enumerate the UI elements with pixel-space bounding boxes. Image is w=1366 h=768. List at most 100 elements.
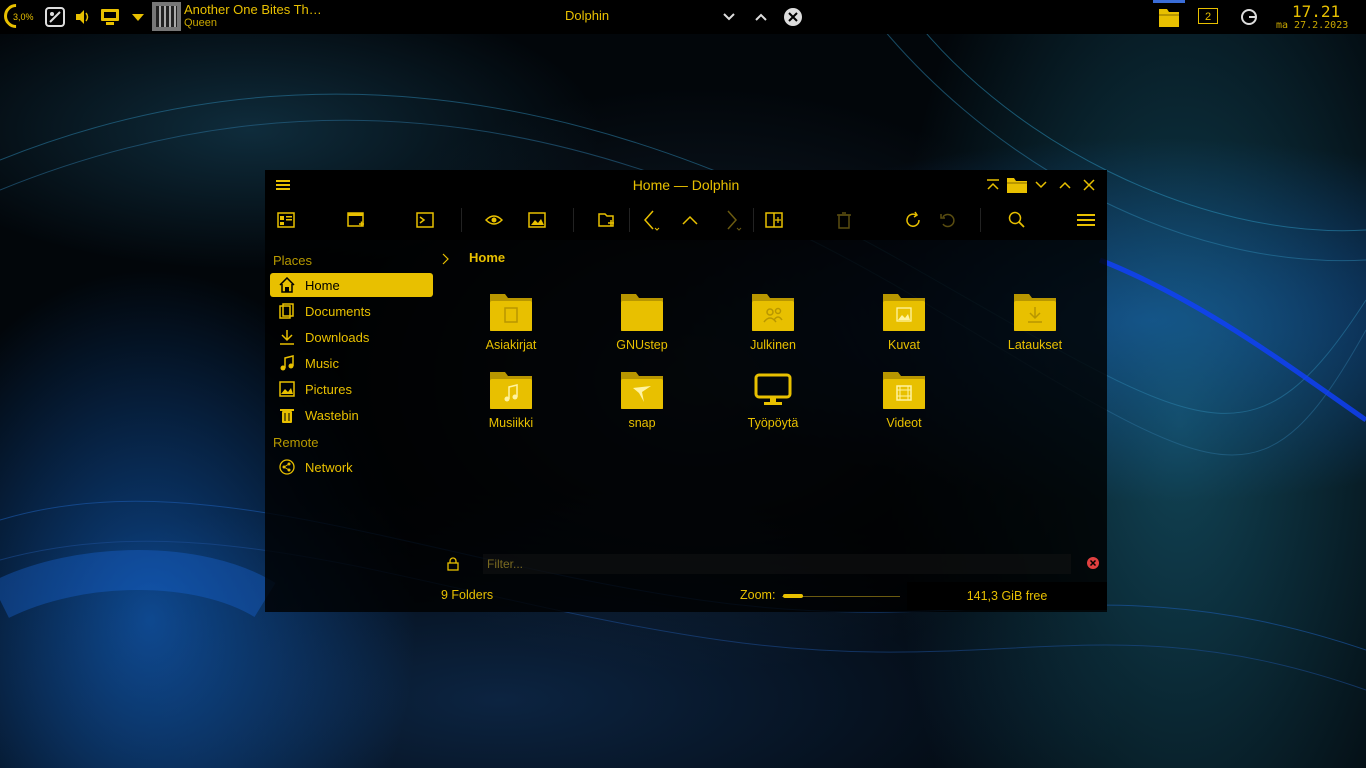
media-artist: Queen <box>184 17 218 29</box>
folder-item[interactable]: GNUstep <box>592 290 692 352</box>
cpu-monitor[interactable]: 3,0% <box>0 0 34 33</box>
screen-settings-icon[interactable] <box>45 7 65 27</box>
search-icon[interactable] <box>1007 210 1027 230</box>
free-space[interactable]: 141,3 GiB free <box>907 582 1107 610</box>
window-title: Home — Dolphin <box>632 177 740 193</box>
folder-item[interactable]: Videot <box>854 368 954 430</box>
update-icon[interactable] <box>1239 7 1259 27</box>
sidebar-item-label: Pictures <box>305 381 352 397</box>
filter-input[interactable] <box>483 554 1071 574</box>
task-dolphin[interactable] <box>1153 0 1185 34</box>
forward-icon[interactable] <box>722 210 742 231</box>
sidebar-item-downloads[interactable]: Downloads <box>270 325 433 349</box>
item-label: Musiikki <box>488 416 534 430</box>
folder-documents-icon <box>489 290 533 332</box>
minimize-button[interactable] <box>1033 177 1049 193</box>
sidebar-item-label: Home <box>305 277 340 293</box>
image-preview-icon[interactable] <box>527 210 547 230</box>
keep-above-icon[interactable] <box>985 177 1001 193</box>
album-art <box>152 2 181 31</box>
maximize-icon[interactable] <box>751 7 771 27</box>
sidebar-item-label: Wastebin <box>305 407 359 423</box>
folder-item[interactable]: Kuvat <box>854 290 954 352</box>
folder-item[interactable]: snap <box>592 368 692 430</box>
split-view-icon[interactable] <box>764 210 784 230</box>
item-label: Videot <box>886 416 922 430</box>
places-panel: Places Home Documents Downloads Music Pi… <box>265 240 437 612</box>
reload-icon[interactable] <box>903 210 923 230</box>
chevron-down-icon[interactable] <box>128 7 148 27</box>
media-title[interactable]: Another One Bites Th… <box>184 2 322 17</box>
folder-snap-icon <box>620 368 664 410</box>
item-label: Asiakirjat <box>485 338 537 352</box>
volume-icon[interactable] <box>73 7 93 27</box>
title-bar[interactable]: Home — Dolphin <box>265 170 1107 200</box>
lock-icon[interactable] <box>447 557 459 576</box>
folder-icon <box>620 290 664 332</box>
toolbar <box>265 200 1107 240</box>
breadcrumb[interactable]: Home <box>469 250 505 265</box>
new-window-icon[interactable] <box>346 210 366 230</box>
item-label: Julkinen <box>750 338 796 352</box>
sidebar-item-label: Documents <box>305 303 371 319</box>
music-icon <box>278 354 296 372</box>
sidebar-item-wastebin[interactable]: Wastebin <box>270 403 433 427</box>
minimize-icon[interactable] <box>719 7 739 27</box>
folder-downloads-icon <box>1013 290 1057 332</box>
folder-videos-icon <box>882 368 926 410</box>
toolbar-separator <box>629 208 630 232</box>
sidebar-item-label: Network <box>305 459 353 475</box>
folder-pictures-icon <box>882 290 926 332</box>
sidebar-item-network[interactable]: Network <box>270 455 433 479</box>
zoom-slider-handle[interactable] <box>783 594 803 598</box>
clock-date: ma 27.2.2023 <box>1276 20 1349 31</box>
toolbar-separator <box>573 208 574 232</box>
dolphin-window: Home — Dolphin Places Home Documents Dow… <box>265 170 1107 612</box>
desktop-icon <box>751 368 795 410</box>
breadcrumb-chevron-icon[interactable] <box>441 252 451 270</box>
preview-eye-icon[interactable] <box>484 210 504 230</box>
top-panel: 3,0% Another One Bites Th… Queen Dolphin… <box>0 0 1366 34</box>
up-icon[interactable] <box>680 210 700 230</box>
folder-item[interactable]: Julkinen <box>723 290 823 352</box>
folder-item[interactable]: Työpöytä <box>723 368 823 430</box>
app-folder-icon <box>1006 177 1028 193</box>
folder-item[interactable]: Lataukset <box>985 290 1085 352</box>
filter-bar <box>435 548 1107 578</box>
hamburger-menu-icon[interactable] <box>1076 210 1096 230</box>
zoom-label: Zoom: <box>740 588 776 602</box>
status-bar: 9 Folders Zoom: 141,3 GiB free <box>435 580 1107 612</box>
item-label: Työpöytä <box>747 416 799 430</box>
sidebar-item-documents[interactable]: Documents <box>270 299 433 323</box>
home-icon <box>278 276 296 294</box>
folder-public-icon <box>751 290 795 332</box>
folder-item[interactable]: Asiakirjat <box>461 290 561 352</box>
sidebar-item-music[interactable]: Music <box>270 351 433 375</box>
close-button[interactable] <box>1081 177 1097 193</box>
clock-time[interactable]: 17.21 <box>1292 2 1340 21</box>
item-label: Kuvat <box>888 338 920 352</box>
pictures-icon <box>278 380 296 398</box>
folder-icon <box>1159 9 1179 27</box>
terminal-icon[interactable] <box>415 210 435 230</box>
folder-item[interactable]: Musiikki <box>461 368 561 430</box>
delete-icon[interactable] <box>834 210 854 230</box>
active-window-title: Dolphin <box>565 8 610 23</box>
status-count: 9 Folders <box>441 588 494 602</box>
virtual-desktop-pager[interactable]: 2 <box>1198 8 1218 24</box>
sidebar-item-label: Music <box>305 355 339 371</box>
places-header: Places <box>273 253 313 268</box>
close-icon[interactable] <box>783 7 803 27</box>
undo-icon[interactable] <box>937 210 957 230</box>
sidebar-item-home[interactable]: Home <box>270 273 433 297</box>
new-tab-icon[interactable] <box>596 210 616 230</box>
sidebar-item-pictures[interactable]: Pictures <box>270 377 433 401</box>
folder-music-icon <box>489 368 533 410</box>
view-mode-icon[interactable] <box>276 210 296 230</box>
clear-filter-icon[interactable] <box>1086 556 1100 575</box>
back-icon[interactable] <box>640 210 660 231</box>
maximize-button[interactable] <box>1057 177 1073 193</box>
item-label: GNUstep <box>616 338 668 352</box>
display-icon[interactable] <box>100 7 120 27</box>
network-icon <box>278 458 296 476</box>
